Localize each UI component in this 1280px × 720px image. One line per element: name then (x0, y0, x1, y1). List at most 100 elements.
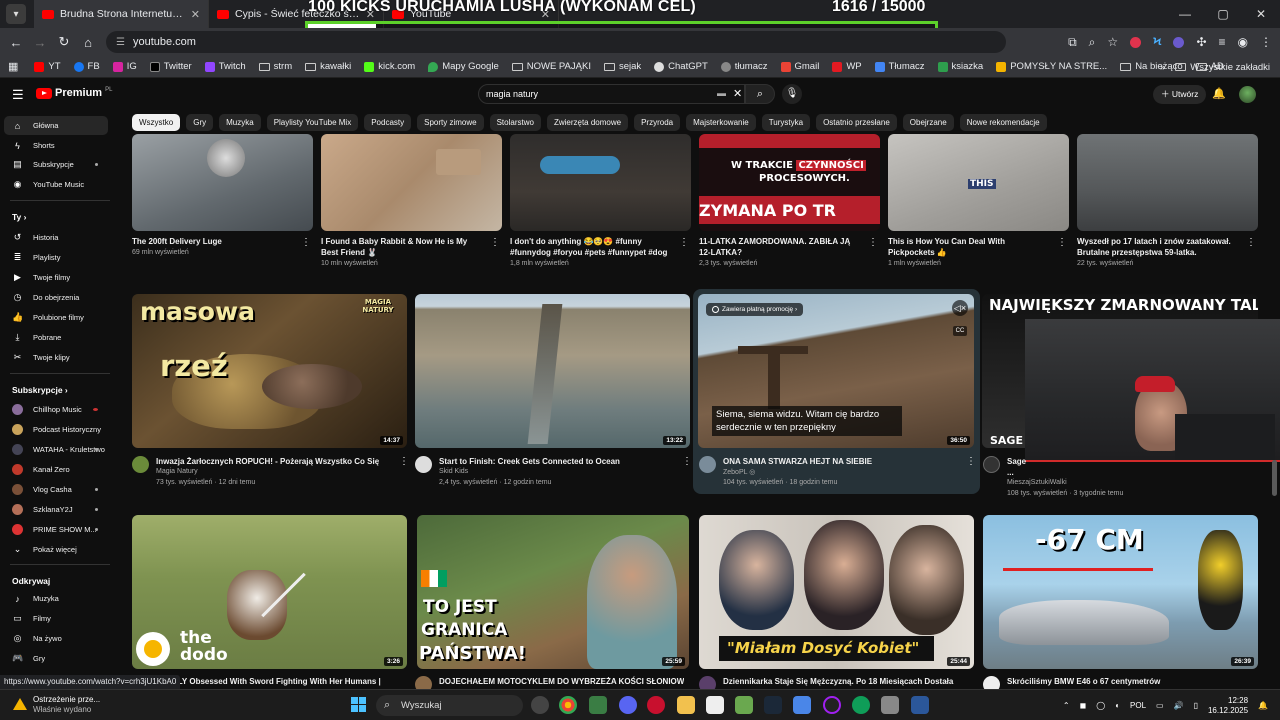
sidebar-item-liked[interactable]: 👍 Polubione filmy (4, 308, 108, 327)
apps-grid-icon[interactable]: ▦ (8, 60, 18, 73)
taskbar-app-icon[interactable] (852, 696, 870, 714)
sidebar-item-explore-movies[interactable]: ▭ Filmy (4, 609, 108, 628)
chip[interactable]: Nowe rekomendacje (959, 114, 1047, 131)
discord-icon[interactable] (619, 696, 637, 714)
close-window-icon[interactable]: ✕ (1242, 0, 1280, 28)
page-scrollbar[interactable] (1272, 460, 1277, 496)
bookmark-ig[interactable]: IG (112, 61, 137, 72)
bookmark-chatgpt[interactable]: ChatGPT (654, 61, 708, 72)
tab-search-button[interactable]: ▾ (6, 4, 26, 24)
sidebar-sub-channel[interactable]: WATAHA - Kruletstwo (4, 440, 108, 459)
sidebar-item-home[interactable]: ⌂ Główna (4, 116, 108, 135)
channel-avatar[interactable] (132, 456, 149, 473)
volume-icon[interactable]: 🔊 (1174, 701, 1184, 710)
chip[interactable]: Ostatnio przesłane (816, 114, 897, 131)
bookmark-pomysly[interactable]: POMYSŁY NA STRE... (996, 61, 1107, 72)
forward-icon[interactable]: → (28, 35, 52, 50)
back-icon[interactable]: ← (4, 35, 28, 50)
account-avatar[interactable] (1239, 86, 1256, 103)
more-options-icon[interactable]: ⋮ (490, 237, 500, 248)
warning-icon[interactable] (13, 698, 27, 710)
video-title[interactable]: Skróciliśmy BMW E46 o 67 centymetrów (1007, 676, 1252, 688)
video-thumbnail[interactable] (321, 134, 502, 231)
extension-record-icon[interactable] (1130, 36, 1142, 48)
clear-search-icon[interactable]: ✕ (733, 87, 742, 100)
channel-avatar[interactable] (699, 456, 716, 473)
sidebar-item-music[interactable]: ◉ YouTube Music (4, 175, 108, 194)
chip[interactable]: Gry (186, 114, 214, 131)
bookmark-kick[interactable]: kick.com (364, 61, 415, 72)
notifications-bell-icon[interactable]: 🔔 (1212, 87, 1226, 100)
network-icon[interactable]: ▭ (1156, 701, 1164, 710)
search-input[interactable]: magia natury (478, 84, 745, 104)
create-button[interactable]: ＋ Utwórz (1153, 85, 1207, 104)
search-button[interactable]: ⌕ (745, 84, 775, 104)
more-options-icon[interactable]: ⋮ (966, 456, 976, 467)
chip[interactable]: Przyroda (634, 114, 681, 131)
sidebar-item-shorts[interactable]: ϟ Shorts (4, 136, 108, 155)
hamburger-menu-icon[interactable]: ☰ (12, 87, 24, 103)
video-thumbnail[interactable] (510, 134, 691, 231)
chip[interactable]: Playlisty YouTube Mix (266, 114, 359, 131)
bookmark-maps[interactable]: Mapy Google (428, 61, 499, 72)
sidebar-item-subscriptions[interactable]: ▤ Subskrypcje (4, 155, 108, 174)
bookmark-folder-sejak[interactable]: sejak (603, 61, 641, 72)
video-title[interactable]: Sage ... UFC" (1007, 456, 1027, 478)
site-info-icon[interactable]: ☰ (116, 37, 125, 48)
video-title[interactable]: Start to Finish: Creek Gets Connected to… (439, 456, 679, 468)
bookmark-wp[interactable]: WP (832, 61, 862, 72)
home-icon[interactable]: ⌂ (76, 35, 100, 50)
bookmark-ksiazka[interactable]: ksiazka (937, 61, 983, 72)
more-options-icon[interactable]: ⋮ (399, 456, 409, 467)
sidebar-sub-channel[interactable]: SzklanaY2J (4, 500, 108, 519)
maximize-icon[interactable]: ▢ (1204, 0, 1242, 28)
extensions-puzzle-icon[interactable]: ✣ (1196, 35, 1206, 49)
video-thumbnail[interactable]: masowa rzeź MAGIA NATURY 14:37 (132, 294, 407, 448)
file-explorer-icon[interactable] (677, 696, 695, 714)
sidebar-item-your-videos[interactable]: ▶ Twoje filmy (4, 268, 108, 287)
sidebar-item-watch-later[interactable]: ◷ Do obejrzenia (4, 288, 108, 307)
minimize-icon[interactable]: — (1166, 0, 1204, 28)
sidebar-sub-channel[interactable]: Vlog Casha (4, 480, 108, 499)
bookmark-fb[interactable]: FB (73, 61, 100, 72)
channel-avatar[interactable] (415, 456, 432, 473)
channel-name[interactable]: Magia Natury (156, 468, 198, 475)
sidebar-item-explore-live[interactable]: ◎ Na żywo (4, 629, 108, 648)
tray-app-icon[interactable]: ◐ (1115, 701, 1120, 710)
all-bookmarks-folder[interactable]: Wszystkie zakładki (1175, 62, 1270, 73)
video-thumbnail[interactable]: -67 CM 26:39 (983, 515, 1258, 669)
notifications-icon[interactable]: 🔔 (1258, 701, 1268, 710)
reading-list-icon[interactable]: ≡ (1219, 35, 1226, 49)
paid-promotion-badge[interactable]: Zawiera płatną promocję › (706, 303, 804, 317)
channel-name[interactable]: Skid Kids (439, 468, 468, 475)
sidebar-item-playlists[interactable]: ≣ Playlisty (4, 248, 108, 267)
video-title[interactable]: DOJECHAŁEM MOTOCYKLEM DO WYBRZEŻA KOŚCI … (439, 676, 684, 688)
sidebar-item-explore-music[interactable]: ♪ Muzyka (4, 589, 108, 608)
video-title[interactable]: Inwazja Żarłocznych ROPUCH! - Pożerają W… (156, 456, 396, 468)
video-thumbnail[interactable]: "Miałam Dosyć Kobiet" 25:44 (699, 515, 974, 669)
bookmark-yt[interactable]: YT (34, 61, 61, 72)
bookmark-star-icon[interactable]: ☆ (1107, 35, 1118, 49)
obs-icon[interactable] (823, 696, 841, 714)
more-options-icon[interactable]: ⋮ (1246, 237, 1256, 248)
video-title[interactable]: 11-LATKA ZAMORDOWANA. ZABIŁA JĄ 12-LATKA… (699, 236, 864, 259)
close-tab-icon[interactable]: ✕ (191, 8, 200, 21)
sidebar-sub-channel[interactable]: Chillhop Music (4, 400, 108, 419)
taskbar-app-icon[interactable] (589, 696, 607, 714)
bookmark-folder-kawalki[interactable]: kawałki (305, 61, 351, 72)
mute-icon[interactable]: ◁× (952, 300, 968, 316)
url-field[interactable]: ☰ youtube.com (106, 31, 1006, 53)
bookmark-folder-pajaki[interactable]: NOWE PAJĄKI (511, 61, 591, 72)
more-options-icon[interactable]: ⋮ (1057, 237, 1067, 248)
video-thumbnail[interactable]: the dodo 3:26 (132, 515, 407, 669)
chip[interactable]: Stolarstwo (489, 114, 541, 131)
tray-app-icon[interactable]: ◯ (1096, 701, 1105, 710)
sidebar-sub-channel[interactable]: Kanał Zero (4, 460, 108, 479)
keyboard-icon[interactable]: ▬ (717, 88, 726, 98)
sidebar-subscriptions-header[interactable]: Subskrypcje › (12, 385, 68, 395)
sidebar-item-downloads[interactable]: ⤓ Pobrane (4, 328, 108, 347)
sidebar-show-more[interactable]: ⌄ Pokaż więcej (4, 540, 108, 559)
tray-app-icon[interactable]: ◼ (1080, 701, 1087, 710)
video-title[interactable]: ONA SAMA STWARZA HEJT NA SIEBIE (723, 456, 963, 468)
chip-all[interactable]: Wszystko (132, 114, 181, 131)
